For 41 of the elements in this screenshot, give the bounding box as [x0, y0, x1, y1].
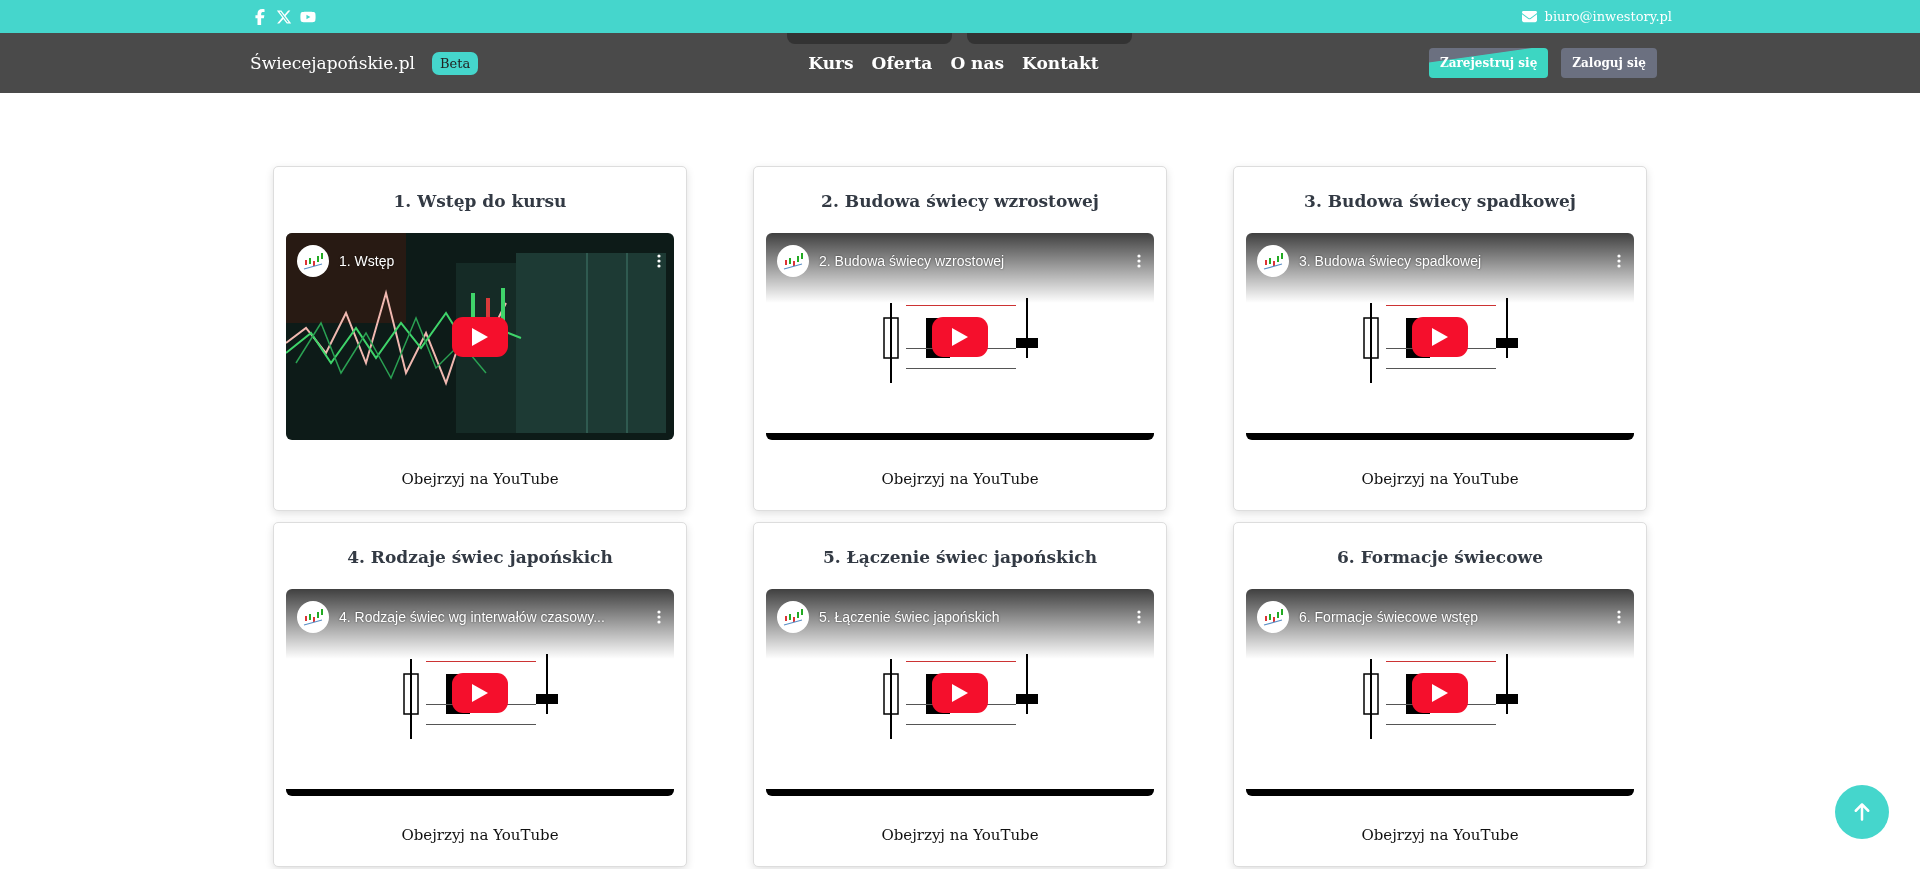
- envelope-icon: [1521, 9, 1537, 24]
- lesson-title: 2. Budowa świecy wzrostowej: [821, 191, 1099, 211]
- play-button[interactable]: [1412, 316, 1468, 357]
- lesson-title: 5. Łączenie świec japońskich: [822, 547, 1098, 567]
- play-button[interactable]: [1412, 672, 1468, 713]
- lesson-title: 3. Budowa świecy spadkowej: [1304, 191, 1576, 211]
- nav-link[interactable]: O nas: [950, 53, 1005, 73]
- nav-link[interactable]: Kurs: [808, 53, 854, 73]
- channel-logo-icon: [297, 245, 329, 277]
- lesson-title: 4. Rodzaje świec japońskich: [347, 547, 613, 567]
- play-icon: [472, 327, 488, 346]
- more-options-icon[interactable]: [657, 254, 661, 268]
- channel-logo-icon: [777, 245, 809, 277]
- beta-badge: Beta: [432, 51, 479, 75]
- lesson-title: 1. Wstęp do kursu: [393, 191, 567, 211]
- play-icon: [1432, 327, 1448, 346]
- play-button[interactable]: [452, 672, 508, 713]
- play-button[interactable]: [932, 316, 988, 357]
- channel-logo-icon: [777, 601, 809, 633]
- youtube-link[interactable]: Obejrzyj na YouTube: [401, 826, 559, 844]
- arrow-up-icon: [1852, 802, 1872, 822]
- youtube-link[interactable]: Obejrzyj na YouTube: [401, 470, 559, 488]
- youtube-link[interactable]: Obejrzyj na YouTube: [1361, 826, 1519, 844]
- channel-logo-icon: [297, 601, 329, 633]
- play-icon: [472, 683, 488, 702]
- play-button[interactable]: [932, 672, 988, 713]
- play-icon: [952, 327, 968, 346]
- channel-logo-icon: [1257, 601, 1289, 633]
- lesson-title: 6. Formacje świecowe: [1337, 547, 1543, 567]
- video-title[interactable]: 1. Wstęp: [339, 253, 647, 269]
- youtube-link[interactable]: Obejrzyj na YouTube: [881, 470, 1039, 488]
- play-icon: [1432, 683, 1448, 702]
- site-logo[interactable]: Świecejapońskie.pl: [250, 53, 415, 73]
- channel-logo-icon: [1257, 245, 1289, 277]
- nav-link[interactable]: Oferta: [871, 53, 933, 73]
- play-button[interactable]: [452, 316, 508, 357]
- login-button[interactable]: Zaloguj się: [1561, 48, 1657, 78]
- nav-link[interactable]: Kontakt: [1022, 53, 1099, 73]
- youtube-link[interactable]: Obejrzyj na YouTube: [881, 826, 1039, 844]
- play-icon: [952, 683, 968, 702]
- youtube-link[interactable]: Obejrzyj na YouTube: [1361, 470, 1519, 488]
